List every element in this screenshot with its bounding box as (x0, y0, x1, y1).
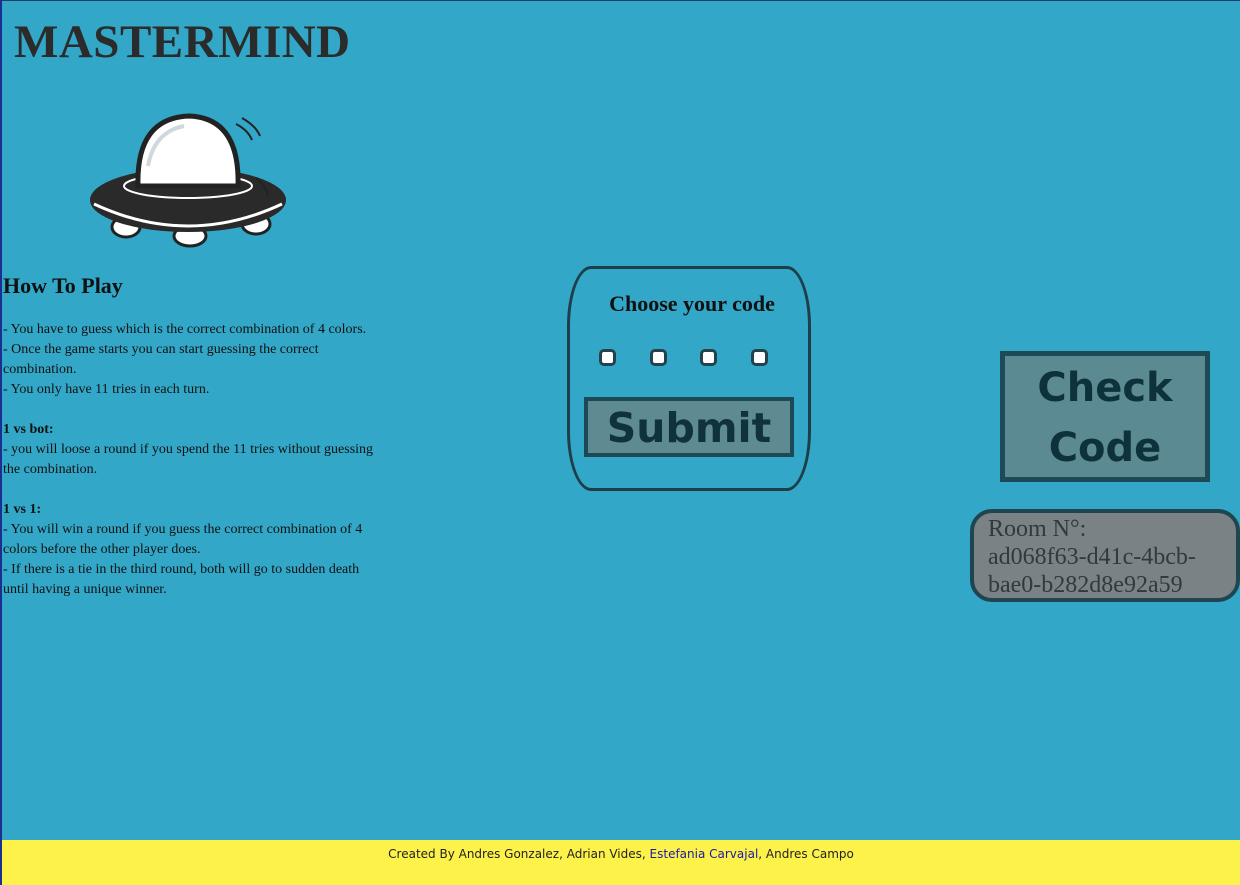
rule-item: - Once the game starts you can start gue… (3, 342, 319, 377)
rule-item: - You have to guess which is the correct… (3, 322, 367, 337)
room-number-box: Room N°: ad068f63-d41c-4bcb- bae0-b282d8… (970, 509, 1240, 602)
rule-item: - You will win a round if you guess the … (3, 522, 363, 557)
rule-item: - you will loose a round if you spend th… (3, 442, 374, 477)
footer: Created By Andres Gonzalez, Adrian Vides… (2, 840, 1240, 885)
check-code-button[interactable]: Check Code (1000, 351, 1210, 482)
pvp-mode-heading: 1 vs 1: (3, 502, 42, 517)
ufo-icon (90, 113, 286, 248)
how-to-play-heading: How To Play (3, 273, 123, 298)
page-title: MASTERMIND (14, 16, 351, 68)
choose-code-title: Choose your code (609, 291, 775, 316)
rule-item: - You only have 11 tries in each turn. (3, 382, 210, 397)
code-peg-3[interactable] (700, 349, 717, 366)
code-peg-1[interactable] (599, 349, 616, 366)
top-border (0, 0, 1240, 1)
footer-credit-link[interactable]: Estefania Carvajal (650, 847, 759, 861)
check-code-label-line2: Code (1048, 425, 1162, 471)
room-id-line2: bae0-b282d8e92a59 (988, 572, 1183, 598)
footer-credits-end: , Andres Campo (758, 847, 854, 861)
code-peg-4[interactable] (751, 349, 768, 366)
check-code-label-line1: Check (1037, 365, 1173, 411)
code-peg-2[interactable] (650, 349, 667, 366)
left-border (0, 0, 2, 885)
room-label: Room N°: (988, 516, 1087, 542)
bot-mode-heading: 1 vs bot: (3, 422, 54, 437)
footer-credits: Created By Andres Gonzalez, Adrian Vides… (388, 847, 650, 861)
room-id-line1: ad068f63-d41c-4bcb- (988, 544, 1196, 570)
rules-text: - You have to guess which is the correct… (3, 320, 375, 600)
submit-button[interactable]: Submit (584, 397, 794, 457)
rule-item: - If there is a tie in the third round, … (3, 562, 360, 597)
choose-code-panel: Choose your code Submit (567, 266, 811, 491)
